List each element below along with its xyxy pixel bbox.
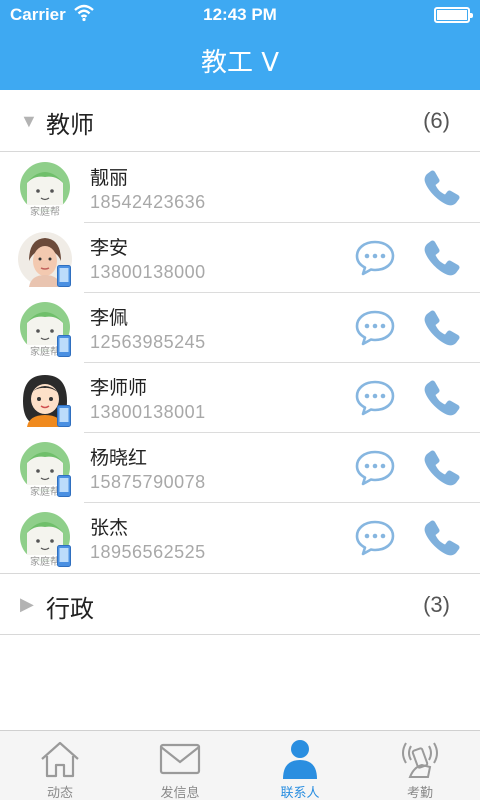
contact-name: 张杰 <box>90 517 129 539</box>
battery-icon <box>434 7 473 23</box>
default-avatar-icon <box>17 161 73 217</box>
person-icon <box>283 740 317 779</box>
contact-row[interactable]: 李安 13800138000 <box>0 223 480 293</box>
tab-attendance[interactable]: 考勤 <box>360 731 480 800</box>
call-button[interactable] <box>419 515 465 561</box>
tab-bar: 动态 发信息 联系人 考勤 <box>0 730 480 800</box>
contact-row[interactable]: 李师师 13800138001 <box>0 363 480 433</box>
default-avatar-icon <box>17 511 73 567</box>
contact-name: 李安 <box>90 237 129 259</box>
message-button[interactable] <box>354 309 396 347</box>
default-avatar-icon <box>17 441 73 497</box>
message-button[interactable] <box>354 239 396 277</box>
contact-row[interactable]: 靓丽 18542423636 <box>0 153 480 223</box>
triangle-down-icon: ▼ <box>20 111 38 131</box>
status-bar: Carrier 12:43 PM <box>0 0 480 30</box>
page-title: 教工 V <box>200 48 280 78</box>
call-button[interactable] <box>419 375 465 421</box>
tab-label: 动态 <box>46 786 73 800</box>
call-button[interactable] <box>419 305 465 351</box>
default-avatar-icon <box>17 301 73 357</box>
tab-label: 考勤 <box>406 786 433 800</box>
cartoon-avatar <box>23 375 73 427</box>
contact-phone: 18542423636 <box>90 192 206 212</box>
message-button[interactable] <box>354 449 396 487</box>
call-button[interactable] <box>419 165 465 211</box>
group-count: (6) <box>423 108 450 133</box>
contact-name: 李师师 <box>90 377 148 399</box>
contact-row[interactable]: 杨晓红 15875790078 <box>0 433 480 503</box>
group-name: 教师 <box>46 111 94 139</box>
contact-phone: 13800138000 <box>90 262 206 282</box>
signal-hand-icon <box>402 742 438 778</box>
group-name: 行政 <box>46 595 94 623</box>
contact-phone: 12563985245 <box>90 332 206 352</box>
contact-phone: 18956562525 <box>90 542 206 562</box>
message-button[interactable] <box>354 519 396 557</box>
app-header: Carrier 12:43 PM 教工 V <box>0 0 480 90</box>
photo-avatar <box>18 232 72 287</box>
tab-activity[interactable]: 动态 <box>0 731 120 800</box>
contact-name: 杨晓红 <box>90 447 148 469</box>
tab-send-message[interactable]: 发信息 <box>120 731 240 800</box>
group-count: (3) <box>423 592 450 617</box>
group-header-teachers[interactable]: ▼ 教师 (6) <box>0 90 480 152</box>
tab-label: 发信息 <box>160 786 200 800</box>
call-button[interactable] <box>419 235 465 281</box>
contact-name: 靓丽 <box>90 167 129 189</box>
home-icon <box>41 741 79 778</box>
contact-name: 李佩 <box>90 307 129 329</box>
envelope-icon <box>159 743 201 775</box>
tab-contacts[interactable]: 联系人 <box>240 731 360 800</box>
message-button[interactable] <box>354 379 396 417</box>
contact-phone: 15875790078 <box>90 472 206 492</box>
tab-label: 联系人 <box>280 786 320 800</box>
triangle-right-icon: ▶ <box>20 594 34 614</box>
group-header-admin[interactable]: ▶ 行政 (3) <box>0 573 480 635</box>
status-time: 12:43 PM <box>203 5 277 24</box>
call-button[interactable] <box>419 445 465 491</box>
contact-phone: 13800138001 <box>90 402 206 422</box>
contact-row[interactable]: 张杰 18956562525 <box>0 503 480 573</box>
contact-row[interactable]: 李佩 12563985245 <box>0 293 480 363</box>
